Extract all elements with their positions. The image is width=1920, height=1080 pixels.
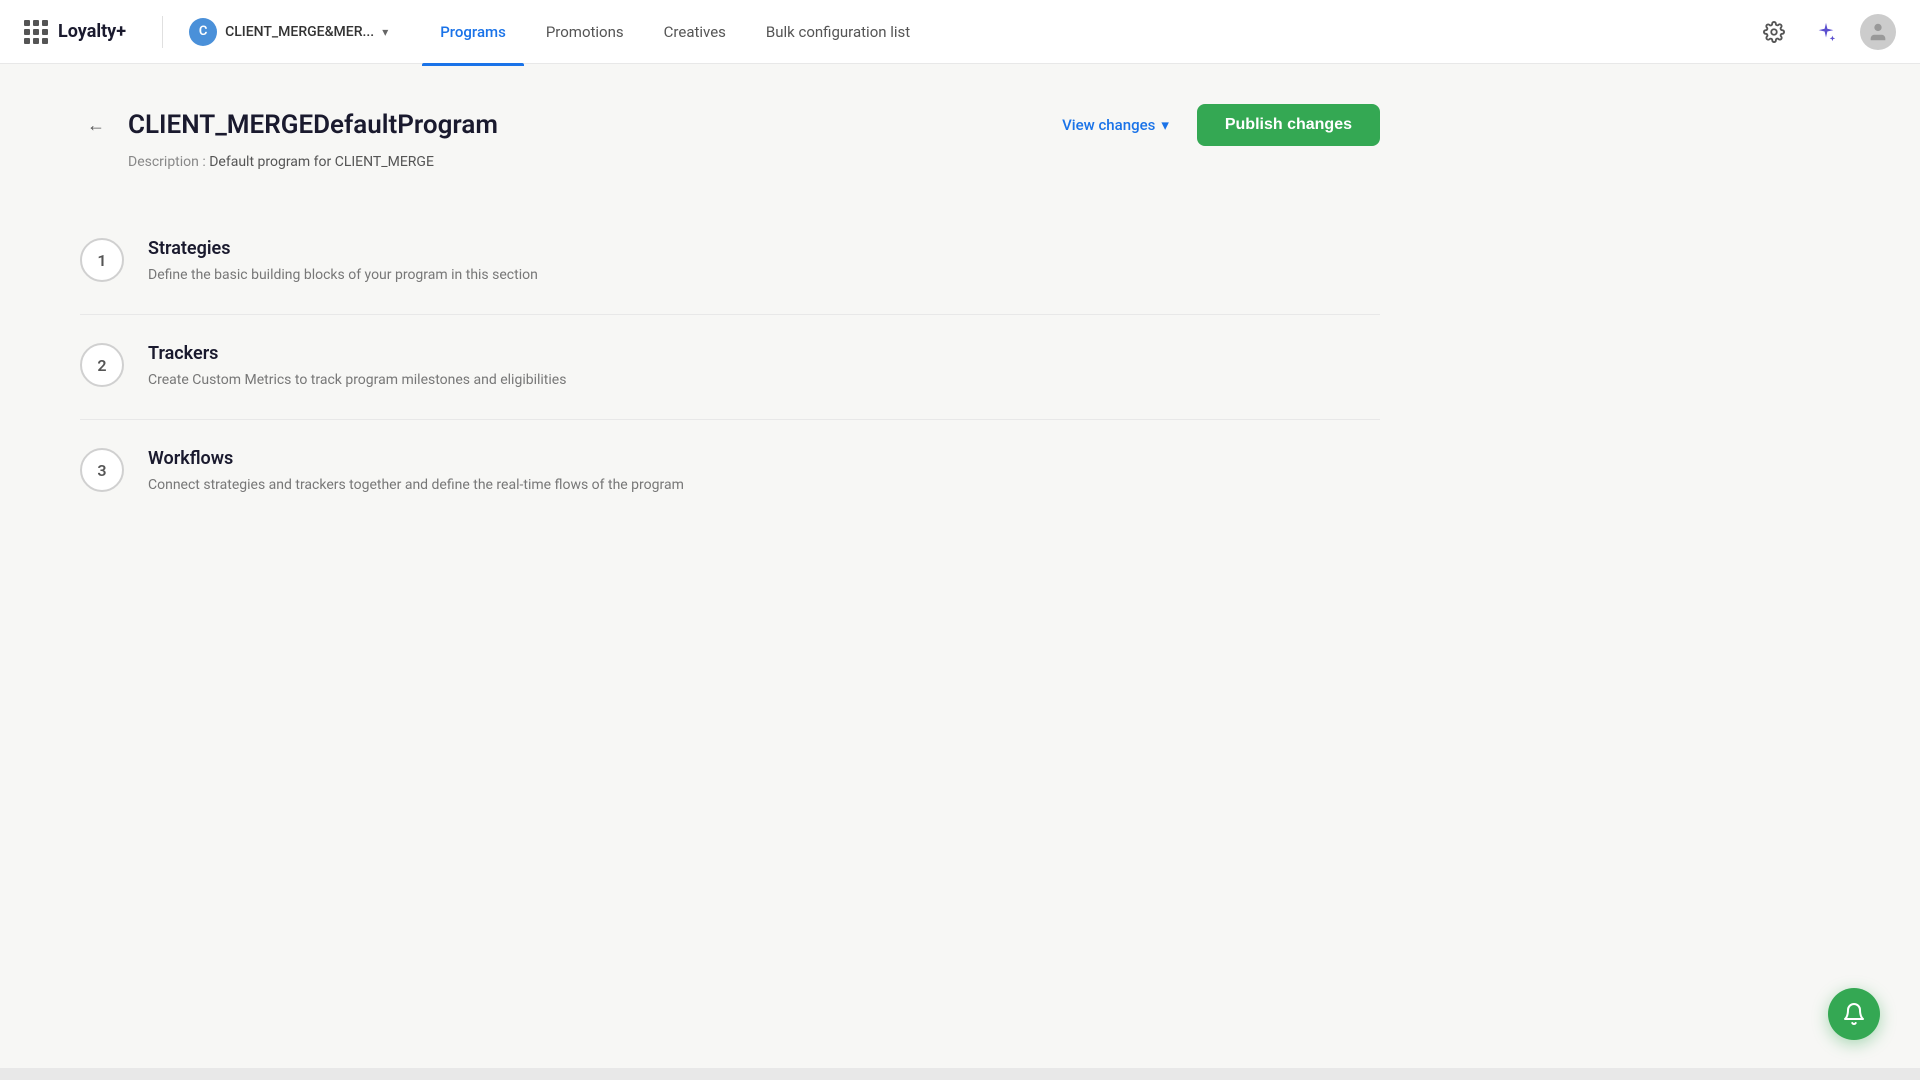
brand-logo[interactable]: Loyalty+ [24,20,126,44]
settings-button[interactable] [1756,14,1792,50]
page-header: ← CLIENT_MERGEDefaultProgram View change… [80,104,1380,146]
section-info-workflows: Workflows Connect strategies and tracker… [148,448,684,496]
nav-programs[interactable]: Programs [422,15,524,49]
client-selector[interactable]: C CLIENT_MERGE&MER... ▾ [179,12,398,52]
nav-bulk-config[interactable]: Bulk configuration list [748,15,928,49]
view-changes-button[interactable]: View changes ▾ [1050,108,1181,142]
user-avatar[interactable] [1860,14,1896,50]
section-workflows[interactable]: 3 Workflows Connect strategies and track… [80,419,1380,524]
client-name: CLIENT_MERGE&MER... [225,24,374,40]
section-trackers[interactable]: 2 Trackers Create Custom Metrics to trac… [80,314,1380,419]
ai-sparkle-button[interactable] [1808,14,1844,50]
publish-changes-button[interactable]: Publish changes [1197,104,1380,146]
section-strategies[interactable]: 1 Strategies Define the basic building b… [80,210,1380,314]
nav-promotions[interactable]: Promotions [528,15,642,49]
grid-icon [24,20,48,44]
section-number-2: 2 [80,343,124,387]
notification-fab[interactable] [1828,988,1880,1040]
scrollbar[interactable] [0,1068,1920,1080]
page-title: CLIENT_MERGEDefaultProgram [128,110,498,140]
section-desc-strategies: Define the basic building blocks of your… [148,265,538,286]
nav-creatives[interactable]: Creatives [646,15,744,49]
nav-divider [162,16,163,48]
chevron-down-icon: ▾ [1161,116,1169,134]
section-title-trackers: Trackers [148,343,566,364]
top-navigation: Loyalty+ C CLIENT_MERGE&MER... ▾ Program… [0,0,1920,64]
section-info-trackers: Trackers Create Custom Metrics to track … [148,343,566,391]
chevron-down-icon: ▾ [382,25,388,39]
section-title-strategies: Strategies [148,238,538,259]
description-row: Description : Default program for CLIENT… [80,154,1380,170]
description-value: Default program for CLIENT_MERGE [209,154,434,170]
bell-icon [1842,1002,1866,1026]
brand-name: Loyalty+ [58,21,126,42]
sections-list: 1 Strategies Define the basic building b… [80,210,1380,524]
main-content: ← CLIENT_MERGEDefaultProgram View change… [0,64,1460,564]
section-number-3: 3 [80,448,124,492]
section-number-1: 1 [80,238,124,282]
back-button[interactable]: ← [80,109,112,141]
client-avatar: C [189,18,217,46]
section-info-strategies: Strategies Define the basic building blo… [148,238,538,286]
nav-right [1756,14,1896,50]
section-desc-trackers: Create Custom Metrics to track program m… [148,370,566,391]
section-title-workflows: Workflows [148,448,684,469]
nav-links: Programs Promotions Creatives Bulk confi… [422,15,1756,49]
header-actions: View changes ▾ Publish changes [1050,104,1380,146]
page-title-row: ← CLIENT_MERGEDefaultProgram [80,109,498,141]
description-label: Description : [128,154,206,170]
section-desc-workflows: Connect strategies and trackers together… [148,475,684,496]
